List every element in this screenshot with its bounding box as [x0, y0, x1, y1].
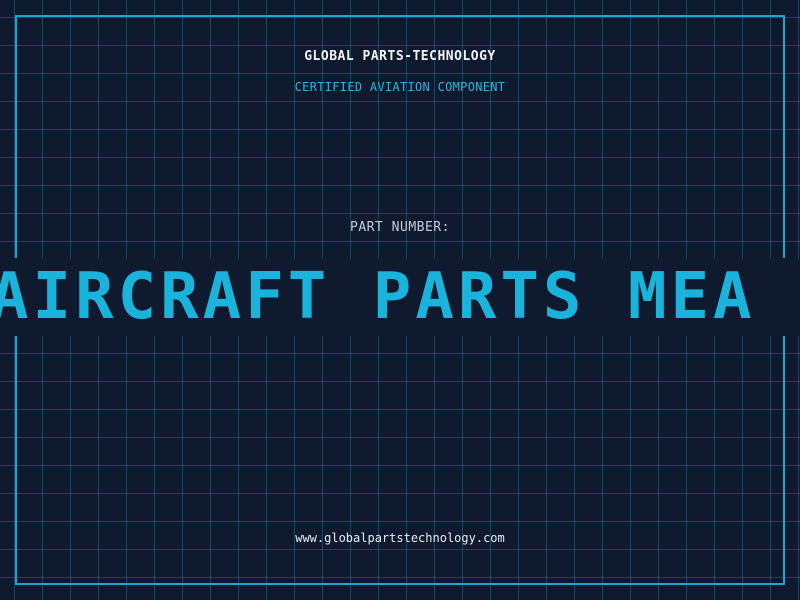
certification-subtitle: CERTIFIED AVIATION COMPONENT: [294, 80, 506, 94]
part-number-value: AIRCRAFT PARTS MEA: [0, 260, 756, 334]
website-url: www.globalpartstechnology.com: [295, 531, 505, 545]
brand-title: GLOBAL PARTS-TECHNOLOGY: [304, 49, 496, 64]
part-number-band: AIRCRAFT PARTS MEA: [0, 258, 800, 336]
part-number-label: PART NUMBER:: [350, 220, 450, 235]
